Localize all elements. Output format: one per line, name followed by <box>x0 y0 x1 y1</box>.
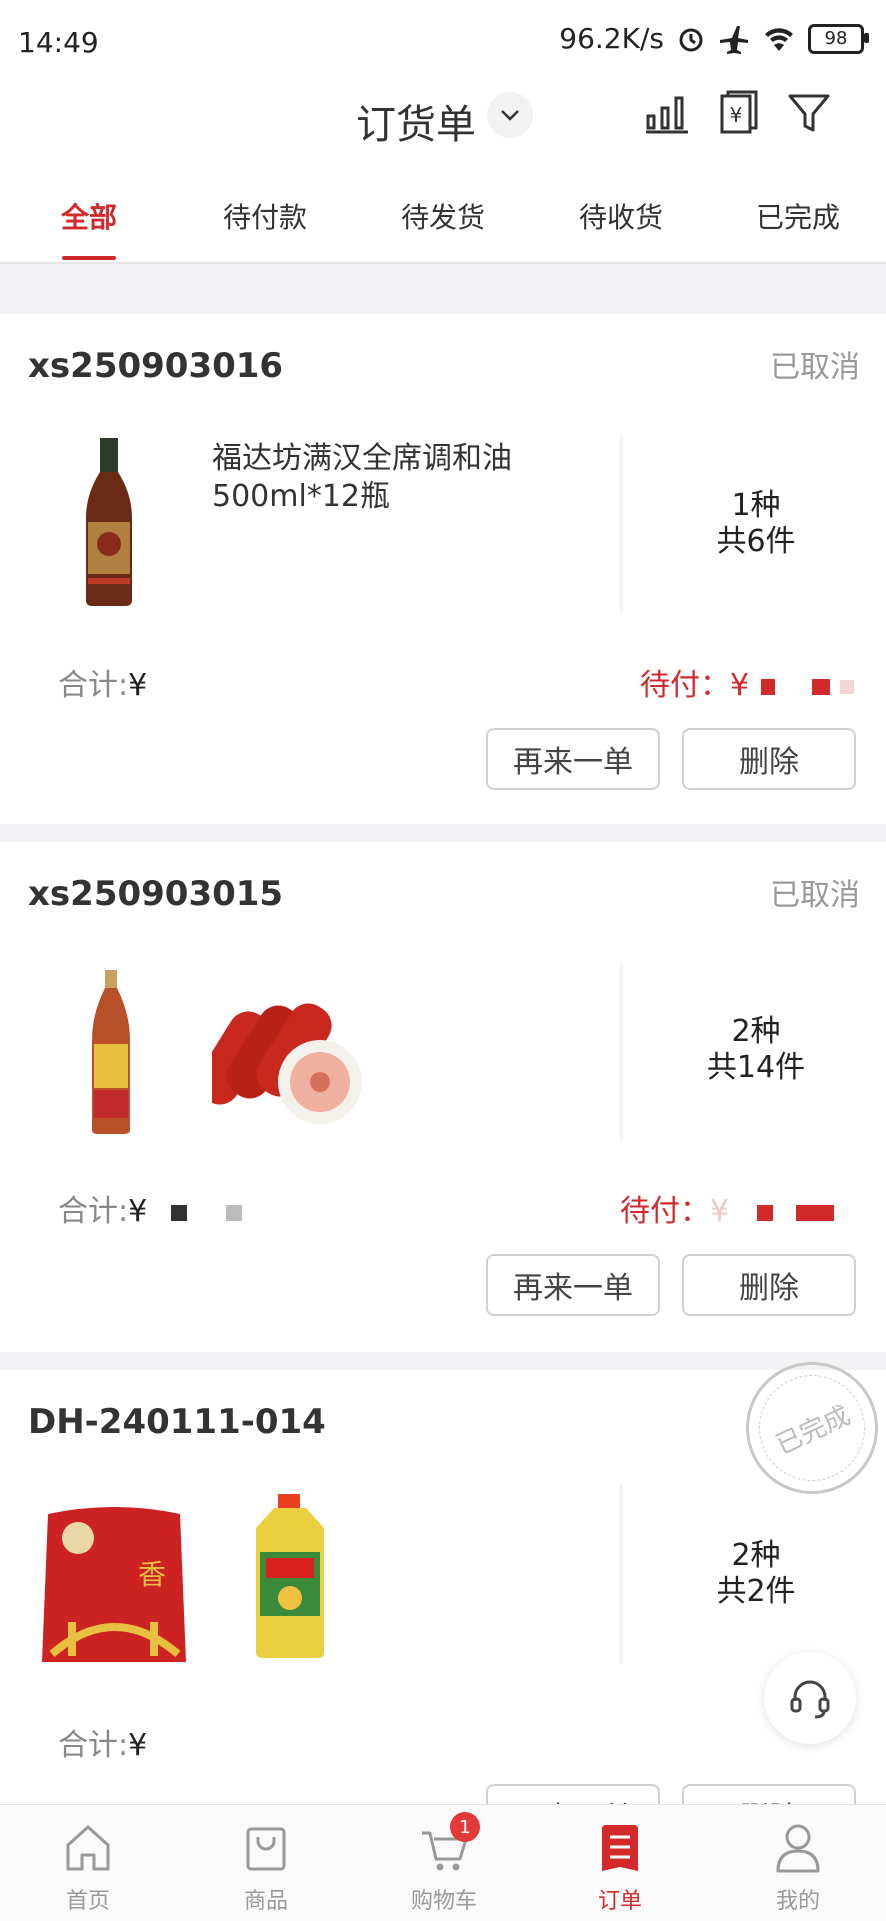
wifi-icon <box>765 27 793 51</box>
nav-profile[interactable]: 我的 <box>738 1805 858 1921</box>
delete-button[interactable]: 删除 <box>682 1254 856 1316</box>
order-number: DH-240111-014 <box>28 1402 326 1442</box>
product-image: 香 <box>42 1507 186 1662</box>
chevron-down-icon <box>501 110 519 121</box>
customer-service-button[interactable] <box>764 1652 856 1744</box>
order-status: 已取消 <box>770 350 860 385</box>
bill-icon[interactable]: ¥ <box>714 90 760 136</box>
cart-badge: 1 <box>450 1812 480 1842</box>
order-total: 合计:¥ <box>58 1186 243 1230</box>
bottom-navigation: 首页 商品 购物车 订单 我的 <box>0 1804 886 1921</box>
tab-pending-payment[interactable]: 待付款 <box>210 196 320 236</box>
order-card[interactable]: xs250903015 已取消 2种 共14件 合计:¥ 待付：¥ 再来一单 删… <box>0 842 886 1352</box>
filter-icon[interactable] <box>786 90 832 136</box>
order-total: 合计:¥ <box>58 668 148 703</box>
alarm-icon <box>679 28 703 51</box>
tab-completed[interactable]: 已完成 <box>743 196 853 236</box>
network-speed: 96.2K/s <box>559 22 664 55</box>
order-card[interactable]: xs250903016 已取消 福达坊满汉全席调和油500ml*12瓶 1种 共… <box>0 314 886 824</box>
status-bar: 14:49 96.2K/s 98 <box>0 0 886 86</box>
tab-pending-receipt[interactable]: 待收货 <box>566 196 676 236</box>
order-number: xs250903015 <box>28 874 284 914</box>
product-image <box>92 970 130 1134</box>
tab-pending-shipment[interactable]: 待发货 <box>388 196 498 236</box>
section-gap <box>0 824 886 842</box>
reorder-button[interactable]: 再来一单 <box>486 1254 660 1316</box>
section-gap <box>0 1352 886 1370</box>
svg-text:¥: ¥ <box>730 103 743 127</box>
order-total: 合计:¥ <box>58 1728 148 1763</box>
status-time: 14:49 <box>18 26 99 59</box>
item-count: 2种 共14件 <box>706 1014 806 1085</box>
order-status: 已取消 <box>770 878 860 913</box>
product-name: 福达坊满汉全席调和油500ml*12瓶 <box>212 441 512 514</box>
bag-icon <box>246 1827 286 1871</box>
item-count: 2种 共2件 <box>716 1538 796 1609</box>
top-header: 订货单 ¥ <box>0 86 886 186</box>
nav-orders[interactable]: 订单 <box>560 1805 680 1921</box>
product-image <box>256 1494 324 1658</box>
order-tabs: 全部 待付款 待发货 待收货 已完成 <box>0 186 886 264</box>
airplane-icon <box>720 25 748 54</box>
item-count: 1种 共6件 <box>716 488 796 559</box>
section-gap <box>0 264 886 314</box>
nav-products[interactable]: 商品 <box>206 1805 326 1921</box>
battery-icon: 98 <box>808 23 869 54</box>
tab-active-indicator <box>62 256 116 260</box>
tab-all[interactable]: 全部 <box>34 196 144 236</box>
order-icon <box>602 1825 638 1871</box>
nav-home[interactable]: 首页 <box>28 1805 148 1921</box>
product-image <box>86 438 132 606</box>
amount-due: 待付：¥ <box>620 1186 835 1230</box>
order-number: xs250903016 <box>28 346 284 386</box>
nav-cart[interactable]: 购物车 <box>384 1805 504 1921</box>
delete-button[interactable]: 删除 <box>682 728 856 790</box>
title-dropdown-button[interactable] <box>487 92 533 138</box>
headset-icon <box>790 1680 830 1719</box>
amount-due: 待付：¥ <box>640 660 854 704</box>
statistics-icon[interactable] <box>644 90 690 136</box>
reorder-button[interactable]: 再来一单 <box>486 728 660 790</box>
product-image <box>212 1003 362 1124</box>
user-icon <box>776 1824 820 1873</box>
page-title[interactable]: 订货单 <box>356 92 476 150</box>
svg-text:香: 香 <box>138 1558 166 1591</box>
home-icon <box>66 1825 110 1871</box>
